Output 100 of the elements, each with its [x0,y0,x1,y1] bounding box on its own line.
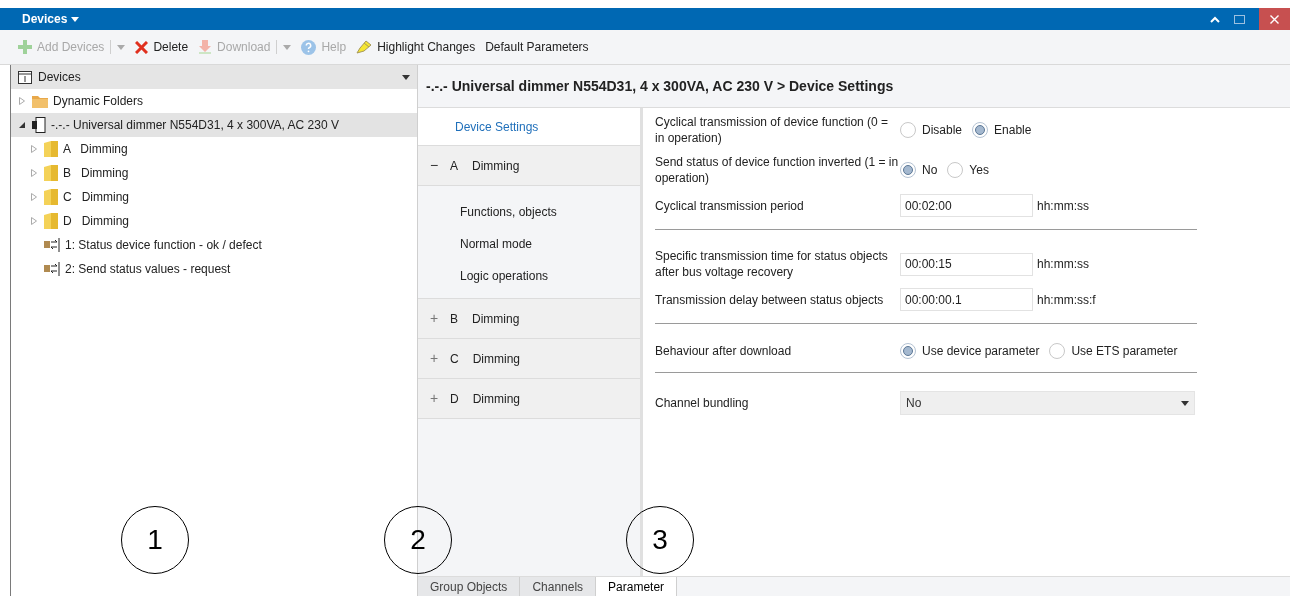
close-button[interactable] [1259,8,1290,30]
expand-toggle[interactable]: + [430,308,438,329]
expand-toggle[interactable]: + [430,348,438,369]
tree-item-label: -.-.- Universal dimmer N554D31, 4 x 300VA, AC 230 V [51,117,339,134]
radio-button[interactable] [1049,343,1066,359]
channel-letter: B [450,310,458,328]
channel-name: Dimming [472,350,520,368]
caret-icon [71,16,80,22]
object-icon [44,262,60,276]
panel-icon [18,70,32,84]
unit-label: hh:mm:ss [1037,197,1089,215]
nav-subitem[interactable]: Functions, objects [418,196,640,228]
toolbar-button[interactable]: Highlight Changes [356,38,476,56]
nav-group-header[interactable]: + B Dimming [418,299,640,338]
panel-title: Devices [38,69,81,86]
folder-icon [44,165,58,181]
folder-icon [44,189,58,205]
input-field[interactable]: 00:00:15 [900,252,1033,276]
tree-item-label: C Dimming [63,189,129,206]
nav-group-header[interactable]: − A Dimming [418,146,640,185]
tree-item-label: A Dimming [63,141,128,158]
input-field[interactable]: 00:00:00.1 [900,288,1033,311]
close-icon [135,40,149,54]
channel-letter: C [450,350,459,368]
unit-label: hh:mm:ss:f [1037,291,1096,309]
folder-icon [44,141,58,157]
caret-icon [1181,400,1189,406]
collapsed-arrow-icon[interactable] [31,193,37,201]
input-field[interactable]: 00:02:00 [900,194,1033,217]
parameter-label: Cyclical transmission of device function (0 = in operation) [655,114,890,146]
channel-name: Dimming [472,157,520,175]
expand-toggle[interactable]: + [430,388,438,409]
highlighter-icon [356,40,373,54]
tree-item[interactable]: A Dimming [11,137,417,161]
select-field[interactable]: No [900,391,1195,415]
tree-item[interactable]: 2: Send status values - request [11,257,417,281]
collapse-toggle[interactable]: − [430,155,438,176]
tree-item[interactable]: Dynamic Folders [11,89,417,113]
collapsed-arrow-icon[interactable] [31,217,37,225]
tree-item[interactable]: B Dimming [11,161,417,185]
folder-icon [32,94,48,108]
tree-item-label: D Dimming [63,213,129,230]
tree-item[interactable]: D Dimming [11,209,417,233]
nav-subitem[interactable]: Normal mode [418,228,640,260]
tab[interactable]: Channels [520,577,597,596]
caret-icon [402,74,410,80]
tree-item[interactable]: 1: Status device function - ok / defect [11,233,417,257]
toolbar-button[interactable]: Delete [135,38,189,56]
toolbar-button[interactable]: Default Parameters [485,38,589,56]
radio-label: Yes [969,162,989,179]
collapse-icon[interactable] [1210,15,1220,23]
folder-icon [44,213,58,229]
channel-name: Dimming [472,310,520,328]
tree-item[interactable]: C Dimming [11,185,417,209]
parameter-label: Send status of device function inverted (1 = in operation) [655,154,900,186]
radio-label: No [922,162,938,179]
radio-button[interactable] [947,162,964,178]
radio-label: Use device parameter [922,343,1040,360]
collapsed-arrow-icon[interactable] [31,169,37,177]
unit-label: hh:mm:ss [1037,256,1089,273]
nav-group-header[interactable]: + C Dimming [418,339,640,378]
parameter-label: Transmission delay between status objects [655,291,885,308]
channel-name: Dimming [472,390,520,408]
radio-label: Use ETS parameter [1071,343,1178,360]
radio-label: Enable [994,122,1032,139]
maximize-icon[interactable] [1234,14,1245,24]
radio-button[interactable] [900,122,916,138]
channel-letter: D [450,390,459,408]
collapsed-arrow-icon[interactable] [19,97,25,105]
nav-subitem[interactable]: Logic operations [418,260,640,292]
device-icon [32,117,46,133]
help-icon [301,39,317,55]
tree-item-label: Dynamic Folders [53,93,144,110]
channel-letter: A [450,157,458,175]
close-icon [1270,14,1279,24]
expanded-arrow-icon[interactable] [19,122,25,128]
radio-button[interactable] [900,162,916,178]
tree-item-label: 2: Send status values - request [65,261,231,278]
caret-icon [117,44,126,50]
parameter-label: Cyclical transmission period [655,197,805,214]
tab[interactable]: Group Objects [418,577,521,596]
collapsed-arrow-icon[interactable] [31,145,37,153]
parameter-label: Behaviour after download [655,343,793,359]
tab[interactable]: Parameter [596,577,678,596]
radio-button[interactable] [900,343,916,359]
nav-item[interactable]: Device Settings [418,108,640,146]
window-title[interactable]: Devices [22,10,68,28]
plus-icon [18,40,32,54]
download-icon [198,40,213,54]
radio-label: Disable [922,122,963,139]
tree-item[interactable]: -.-.- Universal dimmer N554D31, 4 x 300VA, AC 230 V [11,113,417,137]
parameter-label: Specific transmission time for status objects after bus voltage recovery [655,248,889,280]
nav-group-header[interactable]: + D Dimming [418,379,640,418]
tree-item-label: 1: Status device function - ok / defect [65,237,262,254]
tree-item-label: B Dimming [63,165,129,182]
object-icon [44,238,60,252]
breadcrumb: -.-.- Universal dimmer N554D31, 4 x 300VA, AC 230 V > Device Settings [426,76,894,96]
radio-button[interactable] [972,122,989,138]
parameter-label: Channel bundling [655,395,750,411]
caret-icon [283,44,292,50]
